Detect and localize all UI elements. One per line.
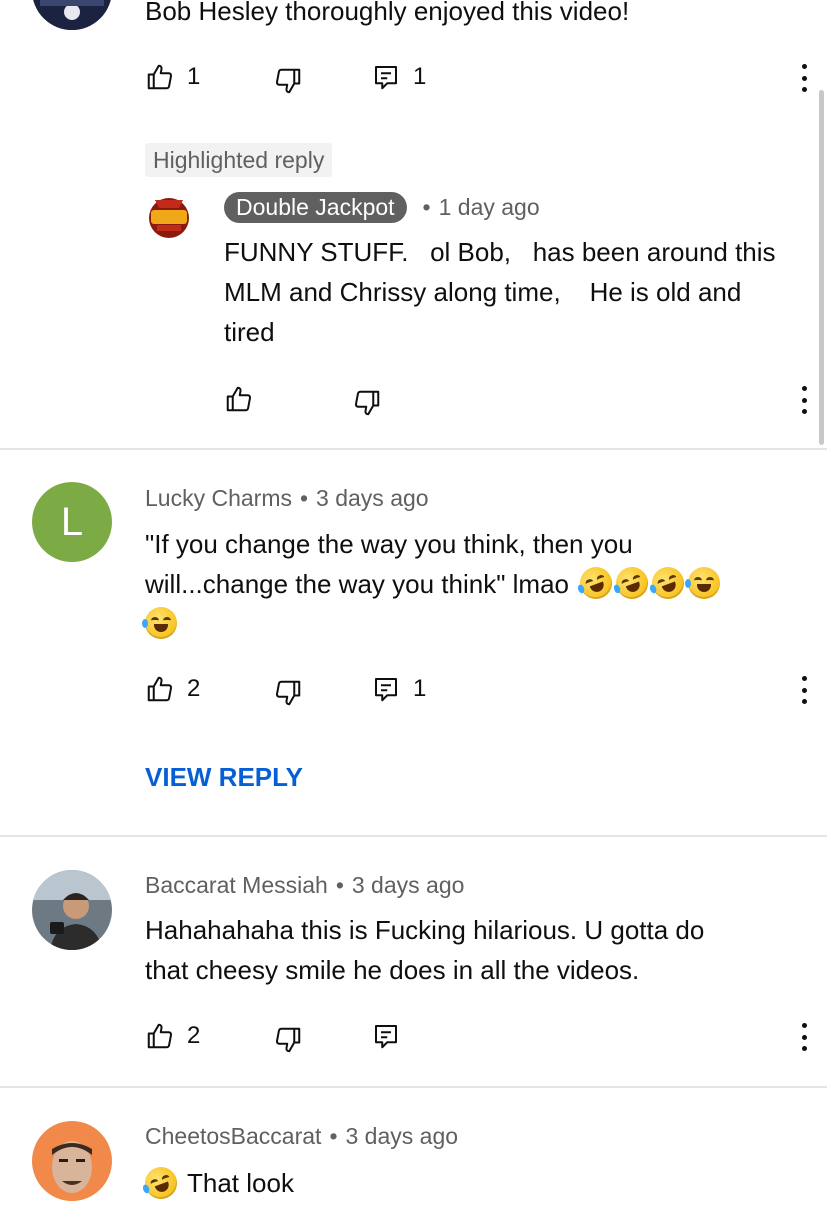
reply-count: 1 [413,63,427,90]
comment-meta: • 1 day ago [422,194,540,220]
author-name[interactable]: Baccarat Messiah [145,872,328,898]
thumb-up-icon [226,386,252,412]
reply-text-line: FUNNY STUFF. ol Bob, has been around thi… [224,237,776,267]
rofl-emoji [611,562,653,604]
dislike-button[interactable] [273,1025,303,1055]
like-button[interactable]: 2 [145,674,200,704]
highlighted-reply-badge: Highlighted reply [145,143,333,177]
like-count: 1 [187,63,201,90]
more-vert-icon[interactable] [798,384,810,416]
joy-emoji [685,567,721,599]
thumb-up-icon [147,1023,173,1049]
comment-time: 3 days ago [351,872,465,898]
avatar-letter: L [60,499,84,544]
avatar-lucky-charms[interactable]: L [32,482,112,562]
like-button[interactable]: 1 [145,62,200,92]
thumb-up-icon [147,64,173,90]
reply-count: 1 [413,675,427,702]
reply-text-line: tired [224,317,275,347]
divider [0,835,827,837]
thumb-down-icon [354,390,380,416]
reply-icon [375,66,397,90]
reply-icon [375,1025,397,1049]
comment-meta: Lucky Charms • 3 days ago [145,485,429,511]
rofl-emoji [575,562,617,604]
rofl-emoji [140,1162,182,1204]
comment-text-line [142,604,795,644]
more-vert-icon[interactable] [798,62,810,94]
divider [0,1086,827,1088]
avatar-cheetosbaccarat[interactable] [32,1121,112,1201]
comment-text: "If you change the way you think, then y… [142,524,795,644]
reply-button[interactable]: 1 [371,62,426,92]
more-vert-icon[interactable] [798,1021,810,1053]
dislike-button[interactable] [273,678,303,708]
comment-text-span: will...change the way you think" lmao [145,569,569,599]
avatar-double-jackpot[interactable] [145,192,193,240]
reply-actions [224,384,810,416]
scrollbar[interactable] [819,90,824,445]
joy-emoji [142,607,177,639]
author-row: Double Jackpot • 1 day ago [224,192,540,223]
comment-time: 1 day ago [438,194,540,220]
comment-text: Hahahahaha this is Fucking hilarious. U … [145,910,795,990]
comment-time: 3 days ago [345,1123,459,1149]
reply-button[interactable] [371,1021,401,1051]
reply-text-line: MLM and Chrissy along time, He is old an… [224,277,742,307]
more-vert-icon[interactable] [798,674,810,706]
thumb-down-icon [275,1027,301,1053]
avatar-bob[interactable] [32,0,112,30]
comment-actions: 1 1 [145,62,810,94]
reply-text: FUNNY STUFF. ol Bob, has been around thi… [224,232,814,352]
comment-meta: Baccarat Messiah • 3 days ago [145,872,465,898]
comment-actions: 2 [145,1021,810,1053]
author-name[interactable]: Lucky Charms [145,485,292,511]
dislike-button[interactable] [273,66,303,96]
reply-button[interactable]: 1 [371,674,426,704]
like-button[interactable]: 2 [145,1021,200,1051]
like-count: 2 [187,1022,201,1049]
comment-text: Bob Hesley thoroughly enjoyed this video… [145,0,630,26]
like-count: 2 [187,675,201,702]
comment-text-line: will...change the way you think" lmao [145,562,795,604]
divider [0,448,827,450]
comment-text: That look [140,1162,294,1204]
comment-text-line: that cheesy smile he does in all the vid… [145,955,640,985]
highlighted-reply-label: Highlighted reply [153,146,325,173]
comment-actions: 2 1 [145,674,810,706]
rofl-emoji [647,562,689,604]
view-reply-button[interactable]: VIEW REPLY [145,762,303,793]
thumb-down-icon [275,68,301,94]
comment-text-line: "If you change the way you think, then y… [145,529,633,559]
comment-time: 3 days ago [316,485,429,511]
author-name[interactable]: CheetosBaccarat [145,1123,321,1149]
thumb-down-icon [275,680,301,706]
like-button[interactable] [224,384,254,414]
reply-icon [375,678,397,702]
dislike-button[interactable] [352,388,382,418]
thumb-up-icon [147,676,173,702]
comment-meta: CheetosBaccarat • 3 days ago [145,1123,459,1149]
avatar-baccarat-messiah[interactable] [32,870,112,950]
author-chip-double-jackpot[interactable]: Double Jackpot [224,192,407,223]
comment-text-span: That look [187,1168,294,1198]
comment-text-line: Hahahahaha this is Fucking hilarious. U … [145,915,705,945]
